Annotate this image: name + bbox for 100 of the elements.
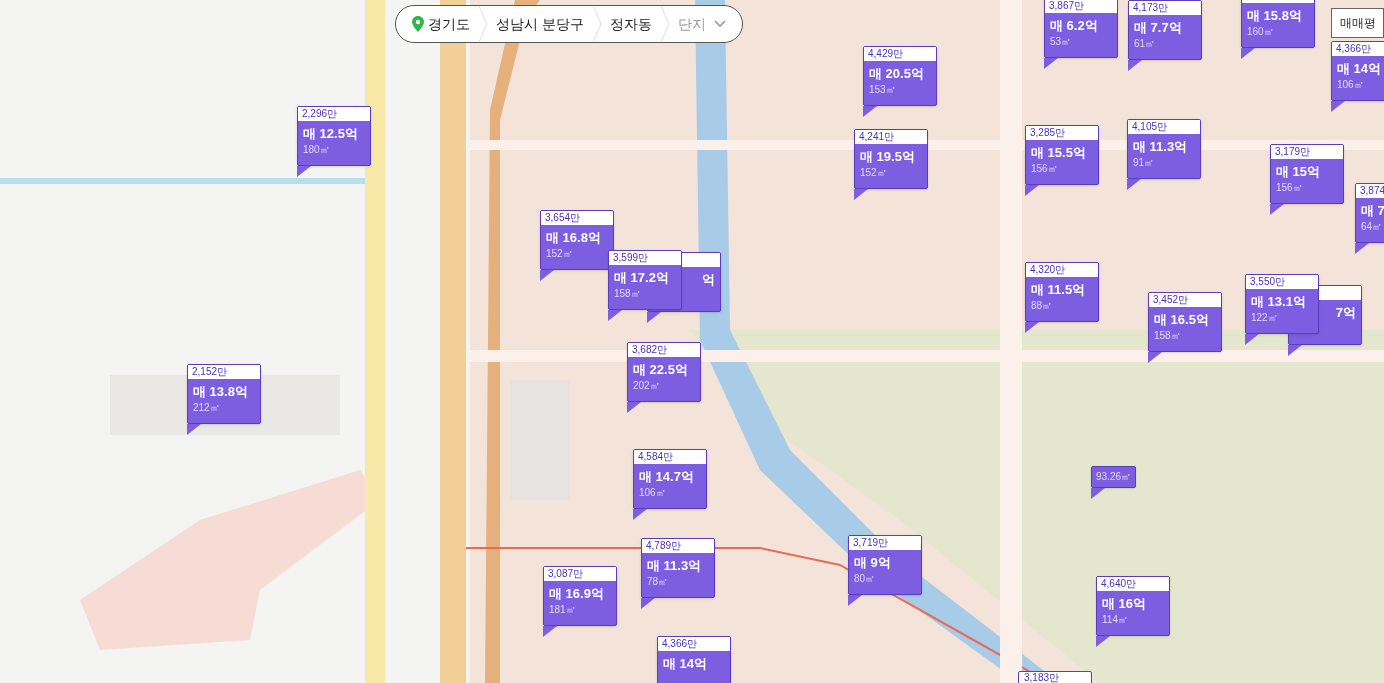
- sale-price: 매 15억: [1276, 163, 1321, 181]
- price-marker[interactable]: 4,429만 매 20.5억 153㎡: [863, 46, 937, 106]
- area-label: 152㎡: [860, 166, 887, 180]
- price-marker[interactable]: 3,719만 매 9억 80㎡: [848, 535, 922, 595]
- price-marker[interactable]: 2,152만 매 13.8억 212㎡: [187, 364, 261, 424]
- sale-price: 매 22.5억: [633, 361, 688, 379]
- sale-price: 매 19.5억: [860, 148, 915, 166]
- area-label: 114㎡: [1102, 613, 1128, 627]
- chevron-down-icon: [713, 20, 726, 28]
- unit-price-label: 3,654만: [541, 211, 613, 225]
- region-button[interactable]: 경기도: [408, 13, 474, 35]
- price-marker[interactable]: 3,599만 매 17.2억 158㎡: [608, 250, 682, 310]
- chevron-separator-icon: [591, 6, 602, 42]
- area-label: 106㎡: [1337, 78, 1364, 92]
- sale-price: 매 7: [1361, 202, 1384, 220]
- sale-price: 매 16억: [1102, 595, 1147, 613]
- area-label: 64㎡: [1361, 220, 1383, 234]
- price-marker[interactable]: 3,654만 매 16.8억 152㎡: [540, 210, 614, 270]
- price-marker[interactable]: 3,183만: [1018, 671, 1092, 683]
- unit-price-label: 4,320만: [1026, 263, 1098, 277]
- price-marker[interactable]: 3,452만 매 16.5억 158㎡: [1148, 292, 1222, 352]
- area-label: 93.26㎡: [1096, 470, 1132, 484]
- unit-price-label: 3,867만: [1045, 0, 1117, 13]
- area-label: 80㎡: [854, 572, 876, 586]
- sale-price: 억: [702, 271, 715, 289]
- unit-price-label: 4,429만: [864, 47, 936, 61]
- area-label: 152㎡: [546, 247, 573, 261]
- unit-price-label: 3,682만: [628, 343, 700, 357]
- unit-price-label: 3,599만: [609, 251, 681, 265]
- region-button[interactable]: 성남시 분당구: [492, 13, 588, 35]
- area-label: 78㎡: [647, 575, 669, 589]
- area-label: 156㎡: [1276, 181, 1303, 195]
- price-marker[interactable]: 3,285만 매 15.5억 156㎡: [1025, 125, 1099, 185]
- marker-pointer: [1025, 322, 1039, 333]
- sale-price: 매 16.5억: [1154, 311, 1209, 329]
- price-marker[interactable]: 4,173만 매 7.7억 61㎡: [1128, 0, 1202, 60]
- price-marker[interactable]: 4,366만 매 14억 106㎡: [1331, 41, 1384, 101]
- price-marker[interactable]: 2,296만 매 12.5억 180㎡: [297, 106, 371, 166]
- area-label: 212㎡: [193, 401, 220, 415]
- sale-price: 매 7.7억: [1134, 19, 1182, 37]
- unit-price-label: 3,550만: [1246, 275, 1318, 289]
- price-marker[interactable]: 93.26㎡: [1091, 466, 1137, 488]
- sale-price: 매 15.8억: [1247, 7, 1302, 25]
- area-label: 160㎡: [1247, 25, 1274, 39]
- sale-price: 매 14.7억: [639, 468, 694, 486]
- price-marker[interactable]: 4,320만 매 11.5억 88㎡: [1025, 262, 1099, 322]
- unit-price-label: 3,285만: [1026, 126, 1098, 140]
- price-marker[interactable]: 3,867만 매 6.2억 53㎡: [1044, 0, 1118, 58]
- sale-price: 매 11.5억: [1031, 281, 1086, 299]
- price-marker[interactable]: 3,682만 매 22.5억 202㎡: [627, 342, 701, 402]
- sale-price: 매 12.5억: [303, 125, 358, 143]
- marker-pointer: [187, 424, 201, 435]
- price-marker[interactable]: 3,874 매 7 64㎡: [1355, 183, 1384, 243]
- location-pin-icon: [412, 16, 424, 32]
- unit-price-label: 2,152만: [188, 365, 260, 379]
- price-marker[interactable]: 3,179만 매 15억 156㎡: [1270, 144, 1344, 204]
- sale-price: 매 20.5억: [869, 65, 924, 83]
- sale-price: 매 15.5억: [1031, 144, 1086, 162]
- price-marker[interactable]: 4,789만 매 11.3억 78㎡: [641, 538, 715, 598]
- sale-price: 매 13.8억: [193, 383, 248, 401]
- chevron-separator-icon: [478, 6, 488, 42]
- area-label: 106㎡: [639, 486, 666, 500]
- area-label: 180㎡: [303, 143, 330, 157]
- sale-price: 매 6.2억: [1050, 17, 1098, 35]
- price-marker[interactable]: 3,550만 매 13.1억 122㎡: [1245, 274, 1319, 334]
- area-label: 53㎡: [1050, 35, 1072, 49]
- sale-price: 매 16.9억: [549, 585, 604, 603]
- price-marker[interactable]: 3,087만 매 16.9억 181㎡: [543, 566, 617, 626]
- price-marker[interactable]: 매 15.8억 160㎡: [1241, 0, 1315, 48]
- area-label: 158㎡: [1154, 329, 1181, 343]
- area-label: 61㎡: [1134, 37, 1156, 51]
- unit-price-label: 4,640만: [1097, 577, 1169, 591]
- price-marker[interactable]: 4,366만 매 14억: [657, 636, 731, 683]
- area-label: 202㎡: [633, 379, 660, 393]
- unit-price-label: 4,584만: [634, 450, 706, 464]
- unit-price-label: 3,179만: [1271, 145, 1343, 159]
- chevron-separator-icon: [659, 6, 670, 42]
- unit-price-label: 4,105만: [1128, 120, 1200, 134]
- price-marker[interactable]: 4,640만 매 16억 114㎡: [1096, 576, 1170, 636]
- price-marker[interactable]: 4,584만 매 14.7억 106㎡: [633, 449, 707, 509]
- area-label: 153㎡: [869, 83, 896, 97]
- unit-price-label: 4,366만: [1332, 42, 1384, 56]
- area-label: 91㎡: [1133, 156, 1155, 170]
- area-label: 88㎡: [1031, 299, 1053, 313]
- trade-type-button[interactable]: 매매평: [1331, 8, 1384, 38]
- region-button[interactable]: 정자동: [605, 13, 656, 35]
- unit-price-label: 3,452만: [1149, 293, 1221, 307]
- unit-price-label: 4,173만: [1129, 1, 1201, 15]
- unit-price-label: 3,087만: [544, 567, 616, 581]
- marker-pointer: [297, 166, 311, 177]
- sale-price: 매 14억: [663, 655, 708, 673]
- price-marker[interactable]: 4,241만 매 19.5억 152㎡: [854, 129, 928, 189]
- unit-price-label: 3,719만: [849, 536, 921, 550]
- sale-price: 매 11.3억: [647, 557, 702, 575]
- unit-price-label: 3,874: [1356, 184, 1384, 198]
- price-marker[interactable]: 4,105만 매 11.3억 91㎡: [1127, 119, 1201, 179]
- unit-price-label: 4,789만: [642, 539, 714, 553]
- sale-price: 매 9억: [854, 554, 891, 572]
- area-label: 122㎡: [1251, 311, 1278, 325]
- sale-price: 7억: [1335, 304, 1356, 322]
